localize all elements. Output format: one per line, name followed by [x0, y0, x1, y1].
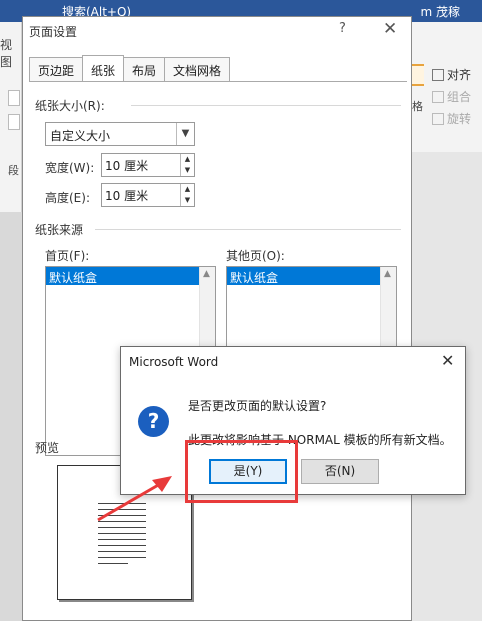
arrow-shaft: [97, 482, 161, 522]
preview-label: 预览: [35, 441, 60, 455]
group-label: 组合: [447, 90, 472, 104]
preview-line: [98, 563, 128, 564]
width-label: 宽度(W):: [45, 161, 95, 175]
align-icon: [432, 68, 444, 81]
spin-down-icon[interactable]: ▼: [181, 195, 194, 206]
rotate-label: 旋转: [447, 112, 472, 126]
annotation-arrow: [97, 476, 172, 522]
page-setup-title: 页面设置: [29, 25, 78, 39]
section-divider: [131, 105, 401, 106]
chevron-down-icon: ▼: [176, 123, 194, 145]
paper-size-value: 自定义大小: [50, 129, 111, 143]
paper-size-select[interactable]: 自定义大小 ▼: [45, 122, 195, 146]
confirm-dialog-close-button[interactable]: ✕: [441, 351, 454, 370]
tab-margins[interactable]: 页边距: [29, 57, 84, 81]
scroll-up-icon[interactable]: ▲: [384, 269, 391, 279]
height-value: 10 厘米: [105, 189, 149, 203]
spin-down-icon[interactable]: ▼: [181, 165, 194, 176]
word-ribbon-left: 视图 段: [0, 22, 22, 212]
tab-panel-border: [29, 81, 407, 82]
list-item[interactable]: 默认纸盒: [46, 267, 199, 285]
page-setup-dialog: 页面设置 ? ✕ 页边距 纸张 布局 文档网格 纸张大小(R): 自定义大小 ▼…: [22, 16, 412, 621]
question-icon: ?: [138, 406, 169, 437]
word-ribbon-right: 格 对齐 组合 旋转: [408, 22, 482, 152]
confirm-dialog-title: Microsoft Word: [129, 355, 219, 369]
align-button[interactable]: 对齐: [432, 66, 471, 83]
width-value: 10 厘米: [105, 159, 149, 173]
tab-document-grid[interactable]: 文档网格: [164, 57, 231, 81]
height-spinbox[interactable]: 10 厘米 ▲ ▼: [101, 183, 195, 207]
confirm-message: 是否更改页面的默认设置?: [188, 399, 327, 413]
tab-layout[interactable]: 布局: [123, 57, 166, 81]
spin-up-icon[interactable]: ▲: [181, 184, 194, 195]
tab-paper[interactable]: 纸张: [82, 55, 125, 81]
preview-line: [98, 539, 146, 540]
paper-source-label: 纸张来源: [35, 223, 84, 237]
user-account[interactable]: m 茂稼: [420, 3, 460, 20]
no-button[interactable]: 否(N): [301, 459, 379, 484]
preview-line: [98, 551, 146, 552]
ribbon-paragraph-label: 段: [8, 164, 19, 177]
scroll-up-icon[interactable]: ▲: [203, 269, 210, 279]
page-setup-tabs: 页边距 纸张 布局 文档网格: [29, 55, 231, 82]
ribbon-format-label: 格: [412, 100, 423, 113]
page-setup-close-button[interactable]: ✕: [383, 19, 397, 39]
list-item[interactable]: 默认纸盒: [227, 267, 380, 285]
height-label: 高度(E):: [45, 191, 90, 205]
paper-size-label: 纸张大小(R):: [35, 99, 105, 113]
section-divider: [95, 229, 401, 230]
preview-line: [98, 533, 146, 534]
preview-line: [98, 557, 146, 558]
other-pages-label: 其他页(O):: [226, 249, 285, 263]
spin-up-icon[interactable]: ▲: [181, 154, 194, 165]
width-spinbox[interactable]: 10 厘米 ▲ ▼: [101, 153, 195, 177]
ribbon-view-label[interactable]: 视图: [0, 36, 21, 70]
arrow-head: [152, 476, 172, 492]
first-page-label: 首页(F):: [45, 249, 90, 263]
group-button[interactable]: 组合: [432, 88, 471, 105]
ribbon-spin-1[interactable]: [8, 90, 20, 106]
help-button[interactable]: ?: [339, 21, 346, 36]
rotate-button[interactable]: 旋转: [432, 110, 471, 127]
rotate-icon: [432, 112, 444, 125]
group-icon: [432, 90, 444, 103]
highlight-box: [185, 440, 298, 503]
preview-line: [98, 545, 146, 546]
ribbon-spin-2[interactable]: [8, 114, 20, 130]
align-label: 对齐: [447, 68, 472, 82]
